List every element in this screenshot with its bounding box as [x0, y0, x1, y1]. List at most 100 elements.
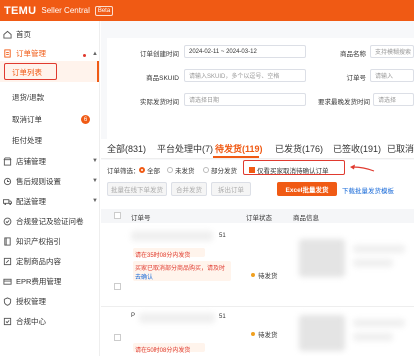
ship-deadline-notice: 请在35时08分内发货	[135, 253, 191, 259]
status-dot	[251, 273, 255, 277]
row-checkbox[interactable]	[114, 283, 121, 290]
sidebar-item-chargeback[interactable]: 拒付处理	[12, 132, 42, 148]
sidebar-item-label: 首页	[16, 29, 31, 39]
row-checkbox[interactable]	[114, 334, 121, 341]
shield-icon	[3, 296, 12, 306]
order-filter-label: 订单筛选：	[107, 168, 140, 175]
after-sale-icon	[3, 177, 12, 186]
order-number-redacted	[139, 313, 215, 323]
product-spec-redacted	[353, 259, 393, 267]
brand-logo[interactable]: TEMU	[4, 5, 36, 17]
main-content: 订单创建时间 2024-02-11 ~ 2024-03-12 商品名称 支持模糊…	[101, 21, 414, 356]
sidebar-active-indicator	[97, 61, 99, 82]
sidebar-item-aftersale-rules[interactable]: 售后规则设置	[0, 171, 100, 191]
actual-ship-time-input[interactable]: 请选择日期	[184, 93, 306, 106]
tab-shipped[interactable]: 已发货(176)	[275, 142, 323, 155]
skuid-input[interactable]: 请输入SKUID，多个以逗号、空格	[184, 69, 306, 82]
sidebar-item-custom-content[interactable]: 定制商品内容	[0, 251, 100, 271]
ship-deadline-notice: 请在50时08分内发货	[135, 348, 191, 354]
filter-option-label: 未发货	[175, 168, 195, 175]
table-header: 订单号 订单状态 商品信息	[101, 209, 414, 223]
sidebar-item-label: 订单管理	[16, 48, 46, 58]
sidebar-item-cancel-orders[interactable]: 取消订单	[12, 111, 42, 127]
merge-ship-button[interactable]: 合并发货	[171, 182, 207, 196]
tab-cancelled[interactable]: 已取消	[387, 142, 414, 155]
excel-batch-ship-button[interactable]: Excel批量发货	[277, 182, 337, 196]
chevron-down-icon: ▼	[92, 178, 98, 184]
radio-icon	[203, 167, 209, 173]
sidebar: 首页 订单管理 ▲ 订单列表 退货/退款 取消订单 6 拒付处理 店铺管理 ▼ …	[0, 21, 100, 356]
product-title-redacted	[353, 319, 405, 327]
order-status-tabs: 全部(831) 平台处理中(7) 待发货(119) 已发货(176) 已签收(1…	[101, 139, 414, 159]
product-title-redacted	[353, 245, 405, 253]
product-image-redacted	[299, 239, 345, 277]
status-text: 待发货	[258, 332, 278, 339]
filter-option-label: 部分发货	[211, 168, 237, 175]
row-divider	[101, 306, 414, 307]
latest-ship-time-input[interactable]: 请选择	[373, 93, 414, 106]
fee-icon	[3, 277, 12, 286]
sidebar-item-label: 售后规则设置	[16, 176, 61, 186]
sidebar-item-shipping[interactable]: 配送管理	[0, 191, 100, 211]
product-spec-redacted	[353, 333, 393, 341]
batch-online-ship-button[interactable]: 批量在线下单发货	[107, 182, 167, 196]
tab-delivered[interactable]: 已签收(191)	[333, 142, 381, 155]
sidebar-item-epr-fees[interactable]: EPR费用管理	[0, 271, 100, 291]
status-dot	[251, 332, 255, 336]
sidebar-item-label: 合规登记及验证问卷	[16, 216, 84, 226]
product-image-redacted	[299, 315, 345, 351]
order-no-input[interactable]: 请输入	[370, 69, 414, 82]
edit-icon	[3, 257, 12, 266]
cancel-count-badge: 6	[81, 115, 90, 124]
notification-dot	[83, 54, 86, 57]
sidebar-item-label: 知识产权指引	[16, 236, 61, 246]
sidebar-item-returns[interactable]: 退货/退款	[12, 89, 44, 105]
sidebar-item-compliance-register[interactable]: 合规登记及验证问卷	[0, 211, 100, 231]
compliance-center-icon	[3, 317, 12, 326]
tab-platform-processing[interactable]: 平台处理中(7)	[157, 142, 213, 155]
order-number-suffix: 51	[219, 314, 226, 320]
sidebar-item-ip-guide[interactable]: 知识产权指引	[0, 231, 100, 251]
partial-cancel-notice: 买家已取消部分商品购买，请及时	[135, 266, 226, 272]
filter-option-all[interactable]: 全部	[139, 165, 160, 175]
skuid-label: 商品SKUID	[146, 75, 179, 82]
product-name-label: 商品名称	[340, 51, 366, 58]
select-all-checkbox[interactable]	[114, 212, 121, 219]
action-toolbar: 批量在线下单发货 合并发货 拆出订单 Excel批量发货 下载批量发货模板	[101, 179, 414, 201]
highlight-box-checkbox	[243, 160, 345, 175]
order-status: 待发货	[251, 270, 278, 280]
confirm-link[interactable]: 去确认	[135, 272, 153, 281]
filter-option-partial[interactable]: 部分发货	[203, 165, 237, 175]
book-icon	[3, 236, 12, 246]
tab-to-ship[interactable]: 待发货(119)	[215, 142, 263, 155]
filter-option-unshipped[interactable]: 未发货	[167, 165, 195, 175]
sidebar-item-label: 定制商品内容	[16, 256, 61, 266]
status-text: 待发货	[258, 273, 278, 280]
top-bar: TEMU Seller Central Beta	[0, 0, 414, 21]
sidebar-item-home[interactable]: 首页	[0, 24, 100, 44]
active-tab-underline	[213, 156, 259, 158]
truck-icon	[3, 197, 12, 206]
radio-icon	[167, 167, 173, 173]
sidebar-item-label: EPR费用管理	[16, 276, 62, 286]
sidebar-item-order-list[interactable]: 订单列表	[12, 64, 42, 80]
chevron-down-icon: ▼	[92, 158, 98, 164]
sidebar-item-order-mgmt[interactable]: 订单管理	[0, 43, 100, 63]
sidebar-item-label: 店铺管理	[16, 156, 46, 166]
column-header-order-no: 订单号	[131, 215, 151, 222]
column-header-product-info: 商品信息	[293, 215, 319, 222]
arrow-left-icon	[350, 164, 375, 172]
orders-table: 订单号 订单状态 商品信息 51 请在35时08分内发货 买家已取消部分商品购买…	[101, 201, 414, 356]
order-number-prefix: P	[131, 313, 136, 319]
tab-all[interactable]: 全部(831)	[107, 142, 146, 155]
sidebar-item-store-mgmt[interactable]: 店铺管理	[0, 151, 100, 171]
download-template-link[interactable]: 下载批量发货模板	[342, 185, 394, 195]
filter-panel: 订单创建时间 2024-02-11 ~ 2024-03-12 商品名称 支持模糊…	[107, 38, 414, 140]
product-name-input[interactable]: 支持模糊搜索	[370, 45, 414, 58]
sidebar-item-authorization[interactable]: 授权管理	[0, 291, 100, 311]
split-order-button[interactable]: 拆出订单	[211, 182, 251, 196]
column-header-order-status: 订单状态	[246, 215, 272, 222]
home-icon	[3, 30, 12, 39]
sidebar-item-compliance-center[interactable]: 合规中心	[0, 311, 100, 331]
order-create-time-input[interactable]: 2024-02-11 ~ 2024-03-12	[184, 45, 306, 58]
